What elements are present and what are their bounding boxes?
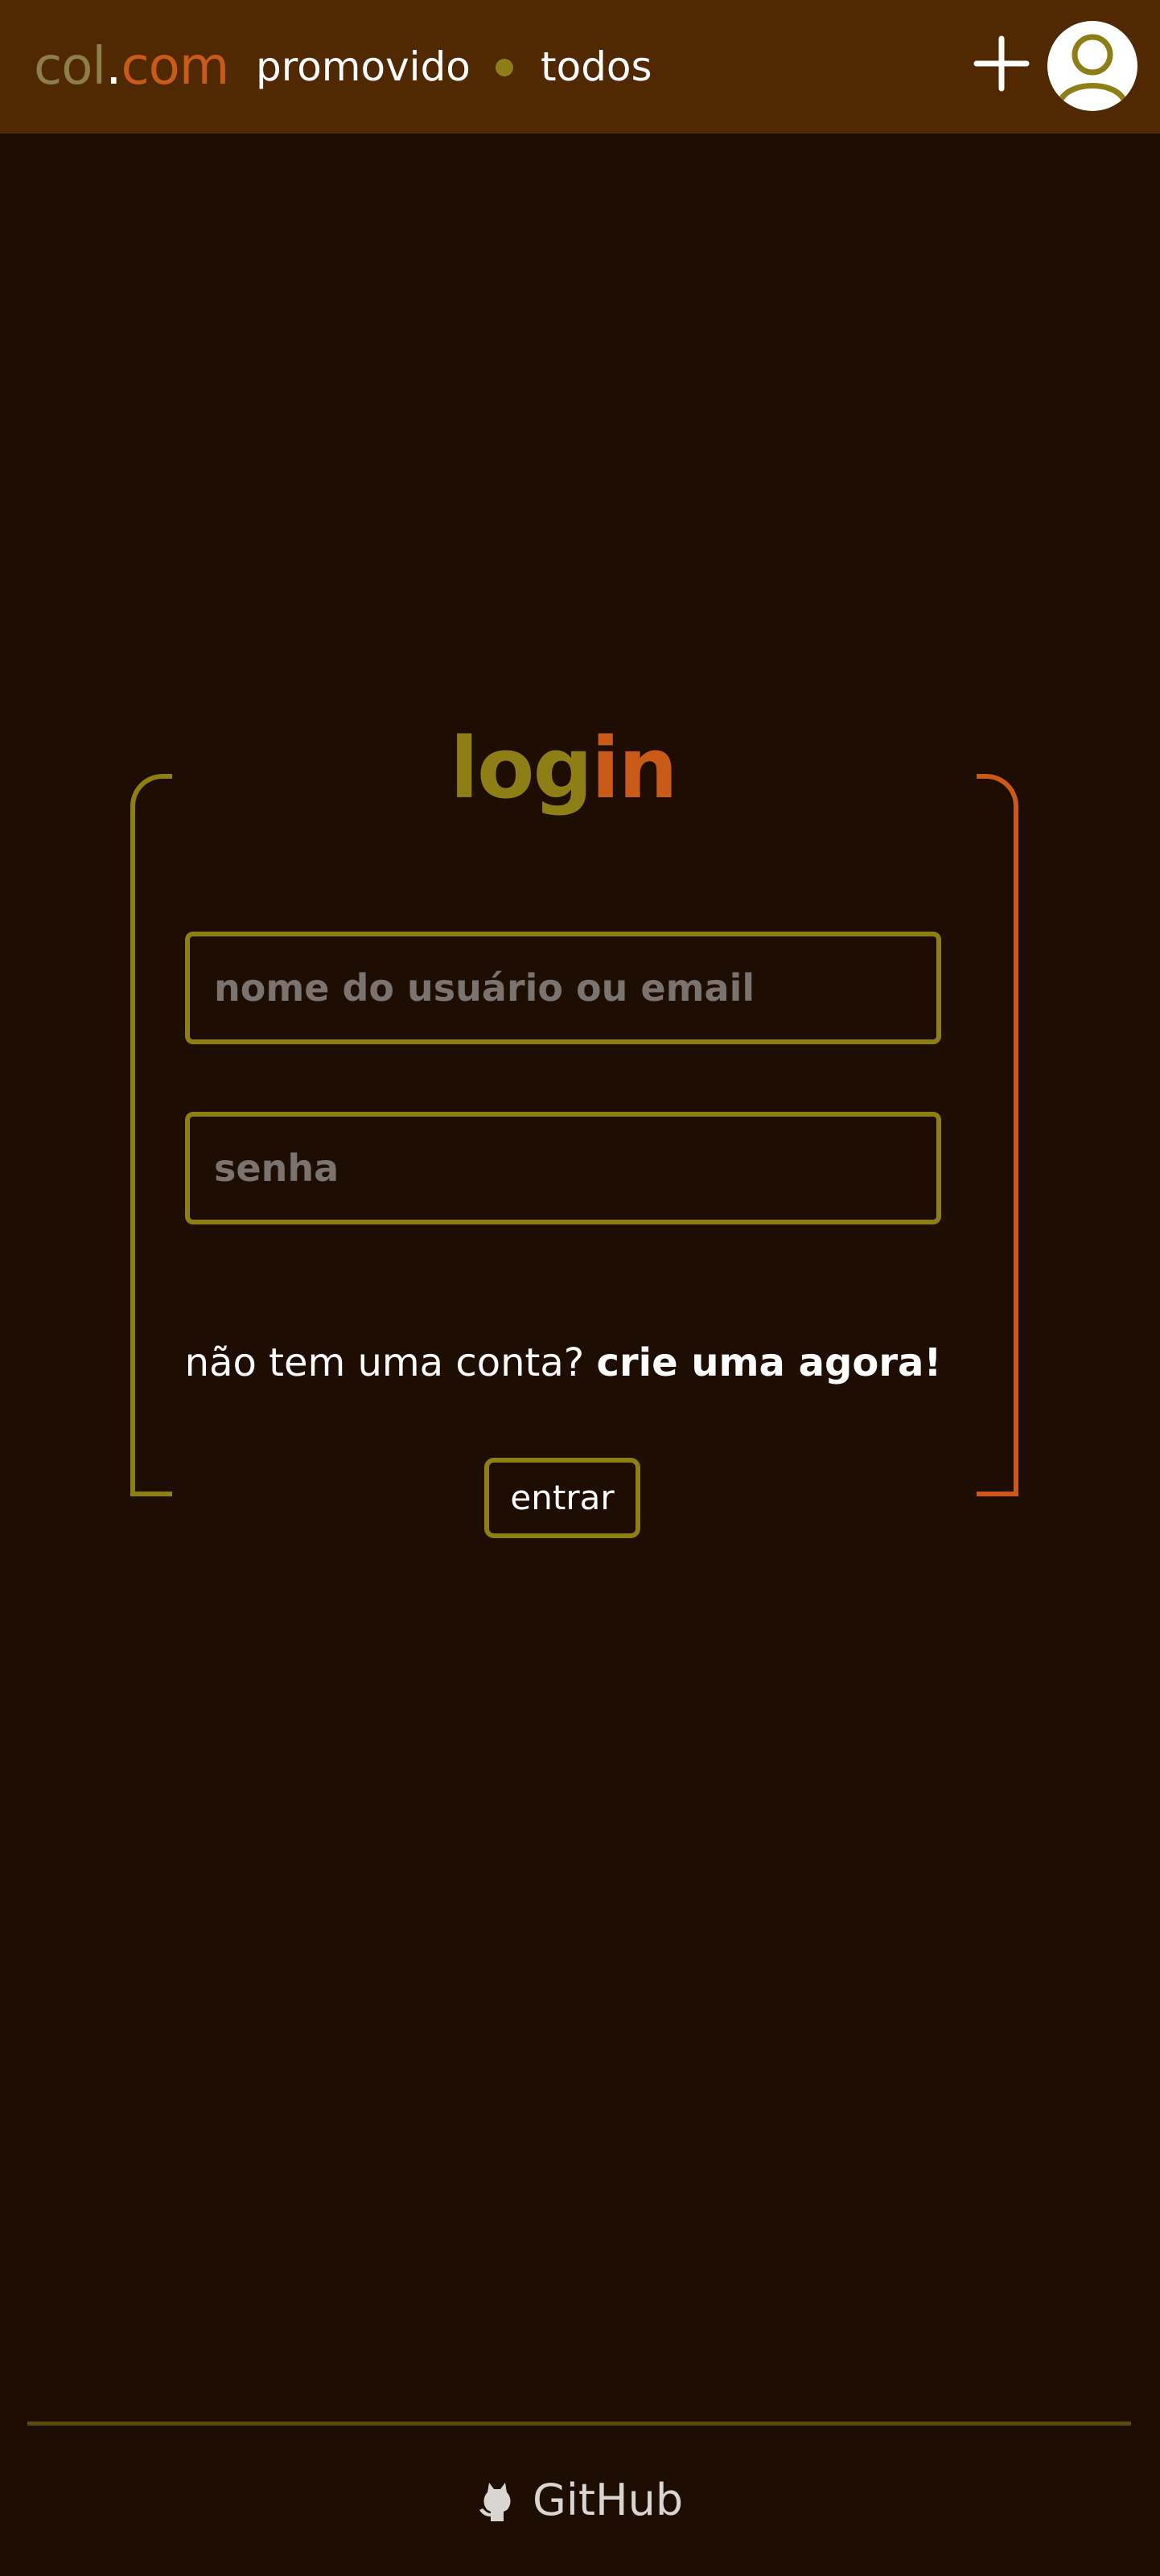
login-submit-button[interactable]: entrar (484, 1458, 640, 1538)
username-or-email-input[interactable] (185, 932, 941, 1044)
signup-link[interactable]: crie uma agora! (597, 1340, 942, 1385)
logo-part-com: com (121, 37, 229, 97)
login-title: login (0, 716, 1126, 821)
top-navigation-bar: col.com promovido todos (0, 0, 1160, 134)
plus-icon (973, 35, 1030, 92)
github-link[interactable]: GitHub (475, 2468, 683, 2533)
login-title-part-1: log (450, 719, 593, 817)
nav-link-all[interactable]: todos (541, 40, 652, 93)
new-post-button[interactable] (972, 34, 1031, 93)
nav-link-promoted[interactable]: promovido (256, 40, 471, 93)
dot-icon (496, 59, 513, 76)
footer-divider (27, 2422, 1131, 2426)
user-icon (1057, 34, 1128, 105)
user-avatar-button[interactable] (1047, 21, 1137, 111)
signup-prompt-text: não tem uma conta? (184, 1340, 585, 1385)
site-logo[interactable]: col.com (34, 35, 229, 98)
logo-part-col: col (34, 37, 106, 97)
password-input[interactable] (185, 1112, 941, 1224)
github-octocat-icon (479, 2483, 511, 2521)
github-label: GitHub (533, 2475, 684, 2525)
login-title-part-2: in (590, 719, 678, 817)
logo-part-dot: . (105, 37, 121, 97)
signup-prompt-line: não tem uma conta? crie uma agora! (0, 1332, 1126, 1393)
